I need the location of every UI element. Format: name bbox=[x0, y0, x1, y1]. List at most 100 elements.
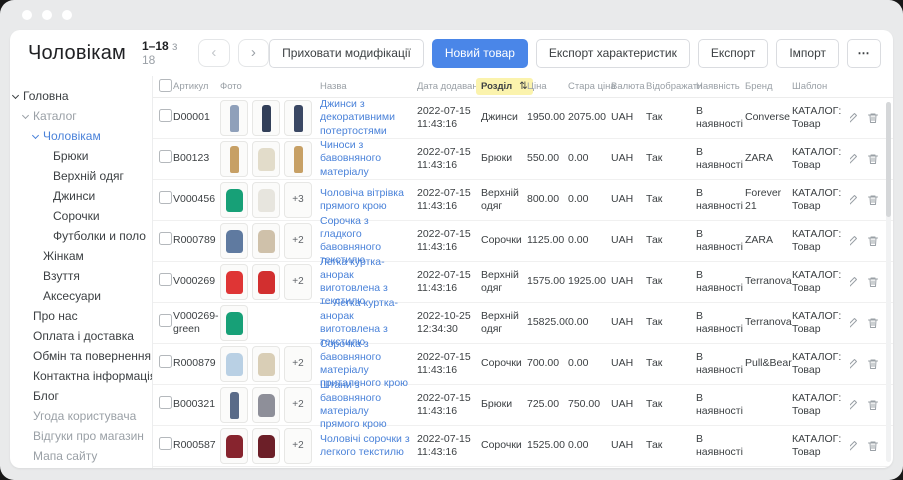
delete-icon[interactable] bbox=[867, 440, 879, 452]
product-photo[interactable] bbox=[220, 223, 248, 259]
sidebar-item[interactable]: Оплата і доставка bbox=[12, 326, 152, 346]
import-button[interactable]: Імпорт bbox=[776, 39, 839, 68]
product-photo[interactable] bbox=[220, 428, 248, 464]
product-photo[interactable]: +3 bbox=[284, 182, 312, 218]
sidebar-item[interactable]: Джинси bbox=[12, 186, 152, 206]
product-photo[interactable] bbox=[252, 387, 280, 423]
vertical-scrollbar[interactable] bbox=[886, 102, 891, 462]
sidebar-item[interactable]: Жінкам bbox=[12, 246, 152, 266]
product-photo[interactable] bbox=[252, 428, 280, 464]
sidebar-item[interactable]: Футболки и поло bbox=[12, 226, 152, 246]
product-photo[interactable] bbox=[252, 223, 280, 259]
delete-icon[interactable] bbox=[867, 112, 879, 124]
window-control-dot[interactable] bbox=[22, 10, 32, 20]
col-header-category[interactable]: Розділ ⇅ bbox=[481, 78, 527, 95]
scrollbar-thumb[interactable] bbox=[886, 102, 891, 217]
sidebar-item[interactable]: Обмін та повернення bbox=[12, 346, 152, 366]
edit-icon[interactable] bbox=[850, 153, 858, 165]
product-photo[interactable] bbox=[220, 346, 248, 382]
sidebar-item[interactable]: Брюки bbox=[12, 146, 152, 166]
product-photo[interactable] bbox=[220, 305, 248, 341]
product-name-link[interactable]: Джинси з декоративними потертостями bbox=[320, 98, 395, 136]
sidebar-item[interactable]: Каталог bbox=[12, 106, 152, 126]
row-checkbox[interactable] bbox=[159, 191, 172, 204]
next-page-button[interactable]: › bbox=[238, 39, 270, 67]
hide-modifications-button[interactable]: Приховати модифікації bbox=[269, 39, 424, 68]
edit-icon[interactable] bbox=[850, 276, 858, 288]
edit-icon[interactable] bbox=[850, 399, 858, 411]
prev-page-button[interactable]: ‹ bbox=[198, 39, 230, 67]
product-photo[interactable] bbox=[220, 100, 248, 136]
product-photo[interactable] bbox=[284, 141, 312, 177]
sidebar-item[interactable]: Мапа сайту bbox=[12, 446, 152, 466]
product-photo[interactable] bbox=[252, 264, 280, 300]
sidebar-item[interactable]: Взуття bbox=[12, 266, 152, 286]
sidebar-item[interactable]: Верхній одяг bbox=[12, 166, 152, 186]
product-photo[interactable] bbox=[284, 100, 312, 136]
sidebar-item[interactable]: Контактна інформація bbox=[12, 366, 152, 386]
product-name-link[interactable]: Штани з бавовняного матеріалу прямого кр… bbox=[320, 379, 387, 430]
col-header-date[interactable]: Дата додавання bbox=[417, 81, 481, 92]
row-checkbox[interactable] bbox=[159, 437, 172, 450]
sidebar-item[interactable]: Блог bbox=[12, 386, 152, 406]
product-name-link[interactable]: Чоловічі сорочки з легкого текстилю bbox=[320, 433, 410, 458]
sidebar-item[interactable]: Чоловікам bbox=[12, 126, 152, 146]
export-button[interactable]: Експорт bbox=[698, 39, 768, 68]
product-photo[interactable]: +2 bbox=[284, 428, 312, 464]
delete-icon[interactable] bbox=[867, 317, 879, 329]
row-checkbox[interactable] bbox=[159, 314, 172, 327]
window-control-dot[interactable] bbox=[62, 10, 72, 20]
product-photo[interactable]: +2 bbox=[284, 346, 312, 382]
col-header-name[interactable]: Назва bbox=[320, 81, 417, 92]
delete-icon[interactable] bbox=[867, 153, 879, 165]
edit-icon[interactable] bbox=[850, 440, 858, 452]
delete-icon[interactable] bbox=[867, 358, 879, 370]
col-header-currency[interactable]: Валюта bbox=[611, 81, 646, 92]
delete-icon[interactable] bbox=[867, 399, 879, 411]
sidebar-item[interactable]: Сорочки bbox=[12, 206, 152, 226]
row-checkbox[interactable] bbox=[159, 273, 172, 286]
sidebar-item[interactable]: Відгуки про магазин bbox=[12, 426, 152, 446]
edit-icon[interactable] bbox=[850, 235, 858, 247]
edit-icon[interactable] bbox=[850, 112, 858, 124]
export-characteristics-button[interactable]: Експорт характеристик bbox=[536, 39, 690, 68]
select-all-checkbox[interactable] bbox=[159, 79, 172, 92]
row-checkbox[interactable] bbox=[159, 396, 172, 409]
product-photo[interactable] bbox=[220, 387, 248, 423]
delete-icon[interactable] bbox=[867, 276, 879, 288]
product-name-link[interactable]: Чоловіча вітрівка прямого крою bbox=[320, 187, 404, 212]
delete-icon[interactable] bbox=[867, 235, 879, 247]
product-photo[interactable]: +2 bbox=[284, 387, 312, 423]
col-header-brand[interactable]: Бренд bbox=[745, 81, 792, 92]
row-checkbox[interactable] bbox=[159, 109, 172, 122]
product-name-link[interactable]: Чиноси з бавовняного матеріалу bbox=[320, 139, 381, 177]
delete-icon[interactable] bbox=[867, 194, 879, 206]
col-header-stock[interactable]: Наявність bbox=[696, 81, 745, 92]
sidebar-item[interactable]: Про нас bbox=[12, 306, 152, 326]
row-checkbox[interactable] bbox=[159, 150, 172, 163]
product-photo[interactable] bbox=[252, 100, 280, 136]
col-header-template[interactable]: Шаблон bbox=[792, 81, 850, 92]
product-photo[interactable] bbox=[220, 141, 248, 177]
product-photo[interactable] bbox=[252, 346, 280, 382]
product-photo[interactable] bbox=[252, 141, 280, 177]
product-photo[interactable] bbox=[220, 182, 248, 218]
edit-icon[interactable] bbox=[850, 194, 858, 206]
new-product-button[interactable]: Новий товар bbox=[432, 39, 528, 68]
more-actions-button[interactable]: ⋯ bbox=[847, 39, 881, 68]
col-header-visible[interactable]: Відображати bbox=[646, 81, 696, 92]
product-photo[interactable]: +2 bbox=[284, 223, 312, 259]
col-header-old-price[interactable]: Стара ціна bbox=[568, 81, 611, 92]
col-header-price[interactable]: Ціна bbox=[527, 81, 568, 92]
edit-icon[interactable] bbox=[850, 358, 858, 370]
product-photo[interactable]: +2 bbox=[284, 264, 312, 300]
row-checkbox[interactable] bbox=[159, 355, 172, 368]
edit-icon[interactable] bbox=[850, 317, 858, 329]
window-control-dot[interactable] bbox=[42, 10, 52, 20]
row-checkbox[interactable] bbox=[159, 232, 172, 245]
col-header-sku[interactable]: Артикул bbox=[173, 81, 220, 92]
sidebar-item[interactable]: Аксесуари bbox=[12, 286, 152, 306]
product-photo[interactable] bbox=[252, 182, 280, 218]
sidebar-item[interactable]: Головна bbox=[12, 86, 152, 106]
product-photo[interactable] bbox=[220, 264, 248, 300]
